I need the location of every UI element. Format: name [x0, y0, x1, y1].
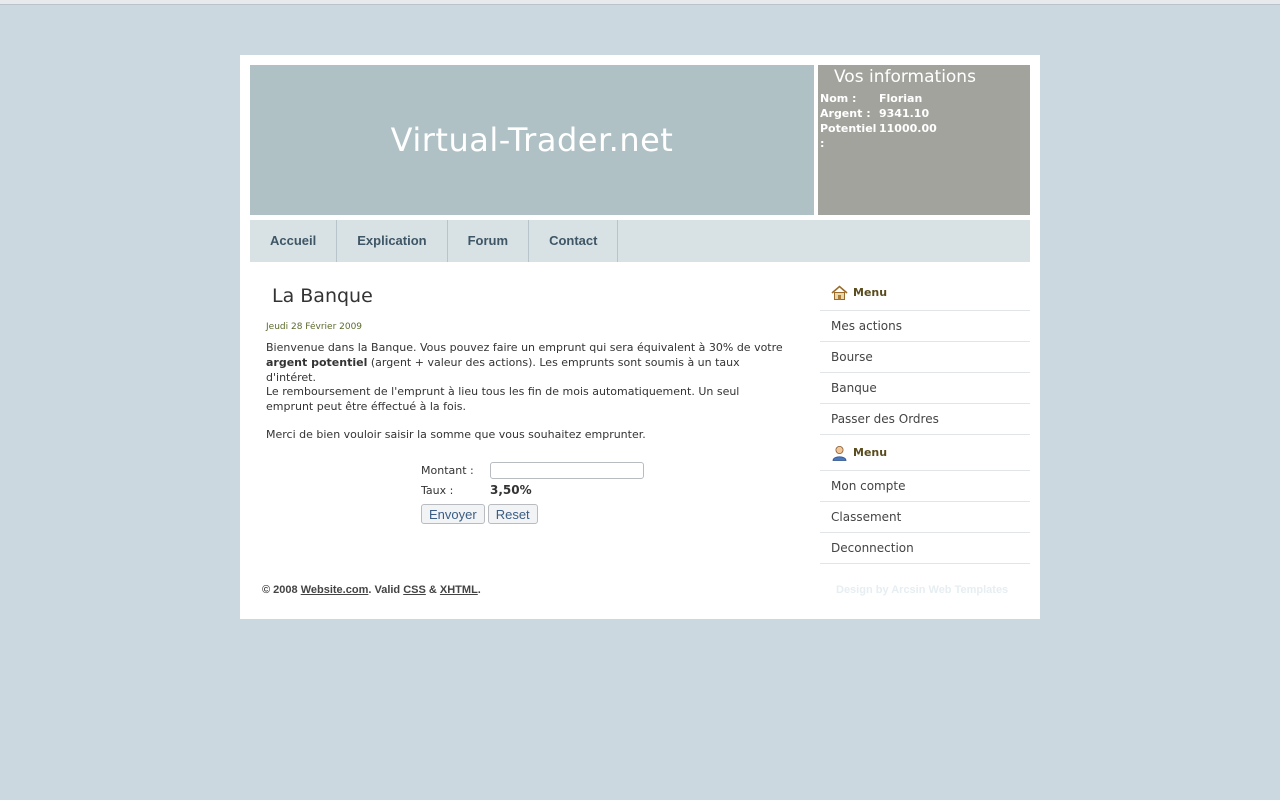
instruction-paragraph: Merci de bien vouloir saisir la somme qu…: [266, 428, 646, 441]
rate-row: Taux : 3,50%: [421, 480, 644, 500]
sidebar: Menu Mes actions Bourse Banque Passer de…: [820, 275, 1030, 564]
main-nav: Accueil Explication Forum Contact: [250, 220, 1030, 262]
menu-title-1: Menu: [853, 286, 888, 299]
nav-item-forum[interactable]: Forum: [448, 220, 530, 262]
xhtml-link[interactable]: XHTML: [440, 584, 478, 596]
sidebar-item-passer-ordres[interactable]: Passer des Ordres: [820, 404, 1030, 435]
nav-item-explication[interactable]: Explication: [337, 220, 448, 262]
page-title: La Banque: [272, 285, 373, 307]
amount-input[interactable]: [490, 461, 644, 479]
sidebar-item-banque[interactable]: Banque: [820, 373, 1030, 404]
rate-label: Taux :: [421, 483, 454, 497]
info-value: 9341.10: [879, 107, 930, 120]
intro-bold: argent potentiel: [266, 356, 368, 369]
post-date: Jeudi 28 Février 2009: [266, 322, 363, 332]
info-row-potential: Potentiel : 11000.00: [820, 121, 937, 150]
amount-row: Montant :: [421, 460, 644, 480]
design-credit[interactable]: Design by Arcsin Web Templates: [836, 584, 1008, 596]
user-icon: [832, 445, 847, 461]
end-text: .: [477, 584, 481, 596]
reset-button[interactable]: Reset: [487, 504, 538, 524]
browser-top-edge: [0, 0, 1280, 5]
home-icon: [831, 284, 848, 300]
info-row-money: Argent : 9341.10: [820, 106, 937, 121]
sidebar-item-mon-compte[interactable]: Mon compte: [820, 471, 1030, 502]
sidebar-item-mes-actions[interactable]: Mes actions: [820, 311, 1030, 342]
menu-title-2: Menu: [853, 446, 888, 459]
amp-text: &: [425, 584, 440, 596]
sidebar-item-deconnection[interactable]: Deconnection: [820, 533, 1030, 564]
info-row-name: Nom : Florian: [820, 91, 937, 106]
info-label: Potentiel :: [820, 122, 877, 150]
form-buttons: Envoyer Reset: [421, 504, 644, 524]
submit-button[interactable]: Envoyer: [421, 504, 485, 524]
site-title[interactable]: Virtual-Trader.net: [250, 121, 814, 159]
menu-header-2: Menu: [820, 435, 1030, 471]
info-value: Florian: [879, 92, 923, 105]
nav-item-accueil[interactable]: Accueil: [250, 220, 338, 262]
info-title: Vos informations: [834, 67, 976, 87]
loan-form: Montant : Taux : 3,50% Envoyer Reset: [421, 460, 644, 524]
nav-item-contact[interactable]: Contact: [529, 220, 619, 262]
menu-header-1: Menu: [820, 275, 1030, 311]
page-container: Virtual-Trader.net Vos informations Nom …: [240, 55, 1040, 619]
sidebar-item-classement[interactable]: Classement: [820, 502, 1030, 533]
intro-paragraph: Bienvenue dans la Banque. Vous pouvez fa…: [266, 340, 786, 385]
info-rows: Nom : Florian Argent : 9341.10 Potentiel…: [820, 91, 937, 150]
site-banner: Virtual-Trader.net: [250, 65, 814, 215]
valid-text: . Valid: [368, 584, 404, 596]
user-info-panel: Vos informations Nom : Florian Argent : …: [818, 65, 1030, 215]
repayment-paragraph: Le remboursement de l'emprunt à lieu tou…: [266, 385, 740, 413]
website-link[interactable]: Website.com: [301, 584, 369, 596]
copyright-text: © 2008: [262, 584, 301, 596]
amount-label: Montant :: [421, 463, 474, 477]
info-label: Nom :: [820, 92, 857, 105]
sidebar-item-bourse[interactable]: Bourse: [820, 342, 1030, 373]
rate-value: 3,50%: [490, 483, 532, 497]
footer-copyright: © 2008 Website.com. Valid CSS & XHTML.: [262, 584, 481, 596]
css-link[interactable]: CSS: [403, 584, 426, 596]
info-value: 11000.00: [879, 122, 937, 135]
info-label: Argent :: [820, 107, 871, 120]
intro-text-a: Bienvenue dans la Banque. Vous pouvez fa…: [266, 341, 783, 354]
